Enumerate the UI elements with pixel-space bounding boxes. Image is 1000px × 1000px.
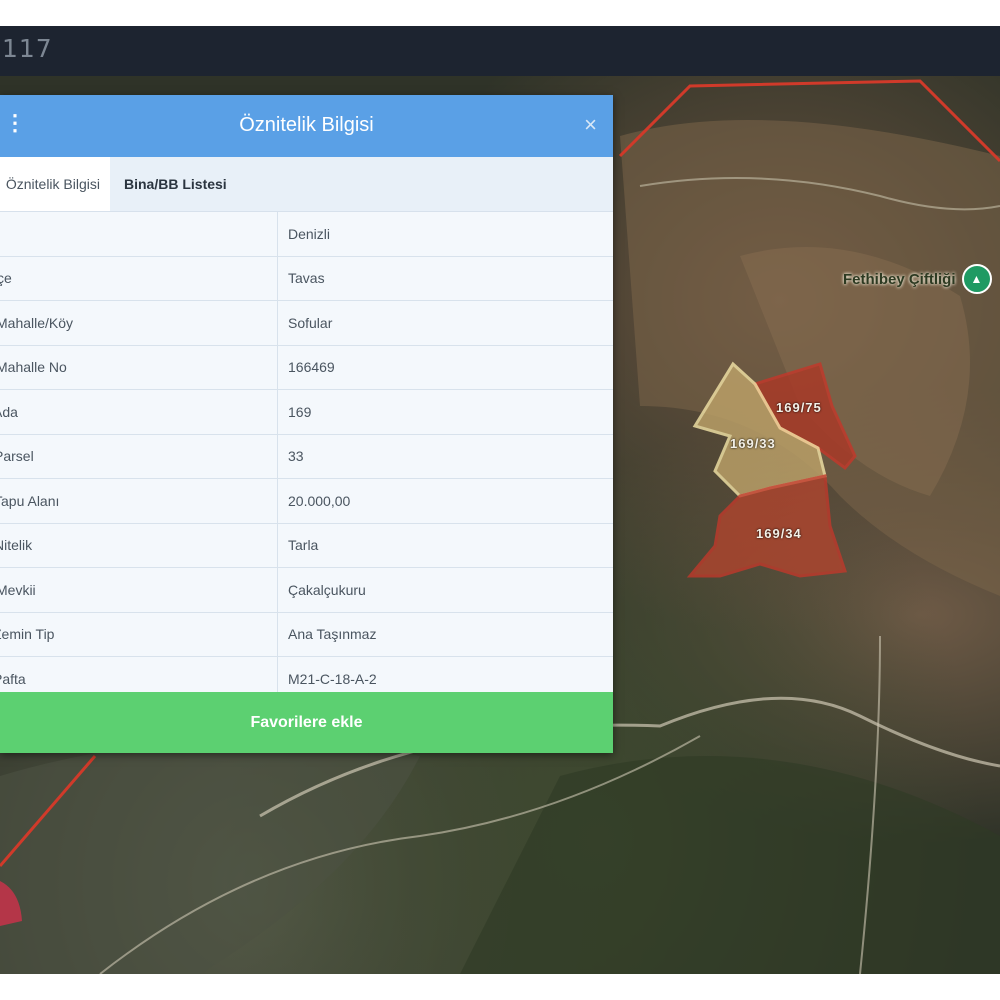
row-key: Zemin Tip bbox=[0, 612, 278, 656]
row-value: Ana Taşınmaz bbox=[288, 626, 377, 643]
map-place-marker[interactable]: Fethibey Çiftliği ▲ bbox=[843, 264, 992, 294]
row-key: Tapu Alanı bbox=[0, 479, 278, 523]
row-key: Mahalle/Köy bbox=[0, 301, 278, 345]
table-row: Zemin Tip Ana Taşınmaz bbox=[0, 612, 613, 657]
dialog-header: ⋮ Öznitelik Bilgisi × bbox=[0, 95, 613, 157]
tab-building-list[interactable]: Bina/BB Listesi bbox=[110, 157, 227, 211]
row-key: Ada bbox=[0, 390, 278, 434]
triangle-marker-icon[interactable]: ▲ bbox=[961, 264, 992, 294]
tab-attribute-info[interactable]: Öznitelik Bilgisi bbox=[0, 157, 110, 211]
row-key: Mahalle No bbox=[0, 345, 278, 389]
dialog-tabs: Öznitelik Bilgisi Bina/BB Listesi bbox=[0, 157, 613, 212]
row-key: Nitelik bbox=[0, 523, 278, 567]
row-key: İl bbox=[0, 212, 278, 256]
row-value: Denizli bbox=[288, 225, 331, 242]
top-bar: 117 bbox=[0, 26, 1000, 76]
row-value: 166469 bbox=[288, 359, 335, 376]
table-row: Nitelik Tarla bbox=[0, 523, 613, 568]
parcel-label[interactable]: 169/34 bbox=[756, 526, 802, 541]
row-key: Parsel bbox=[0, 434, 278, 478]
row-value: 169 bbox=[288, 403, 312, 420]
table-row: Parsel 33 bbox=[0, 434, 613, 479]
row-value: 33 bbox=[288, 448, 304, 465]
header-number: 117 bbox=[2, 34, 53, 63]
close-icon[interactable]: × bbox=[584, 112, 597, 138]
table-row: Mahalle/Köy Sofular bbox=[0, 301, 613, 346]
parcel-label[interactable]: 169/33 bbox=[730, 436, 776, 451]
row-value: Çakalçukuru bbox=[288, 581, 366, 598]
row-key: Mevkii bbox=[0, 568, 278, 612]
attribute-table: İl Denizli İlçe Tavas Mahalle/Köy Sofular M… bbox=[0, 212, 613, 702]
attribute-info-dialog: ⋮ Öznitelik Bilgisi × Öznitelik Bilgisi … bbox=[0, 95, 613, 753]
table-row: Mevkii Çakalçukuru bbox=[0, 568, 613, 613]
dialog-title: Öznitelik Bilgisi bbox=[239, 114, 374, 136]
row-value: Sofular bbox=[288, 314, 333, 331]
table-row: Mahalle No 166469 bbox=[0, 345, 613, 390]
row-value: Tavas bbox=[288, 270, 325, 287]
table-row: İlçe Tavas bbox=[0, 256, 613, 301]
row-value: 20.000,00 bbox=[288, 492, 351, 509]
place-name: Fethibey Çiftliği bbox=[843, 270, 956, 288]
parcel-label[interactable]: 169/75 bbox=[776, 400, 822, 415]
add-to-favorites-button[interactable]: Favorilere ekle bbox=[0, 692, 613, 753]
row-key: İlçe bbox=[0, 256, 278, 300]
row-value: Tarla bbox=[288, 537, 319, 554]
table-row: Ada 169 bbox=[0, 390, 613, 435]
table-row: Tapu Alanı 20.000,00 bbox=[0, 479, 613, 524]
table-row: İl Denizli bbox=[0, 212, 613, 257]
